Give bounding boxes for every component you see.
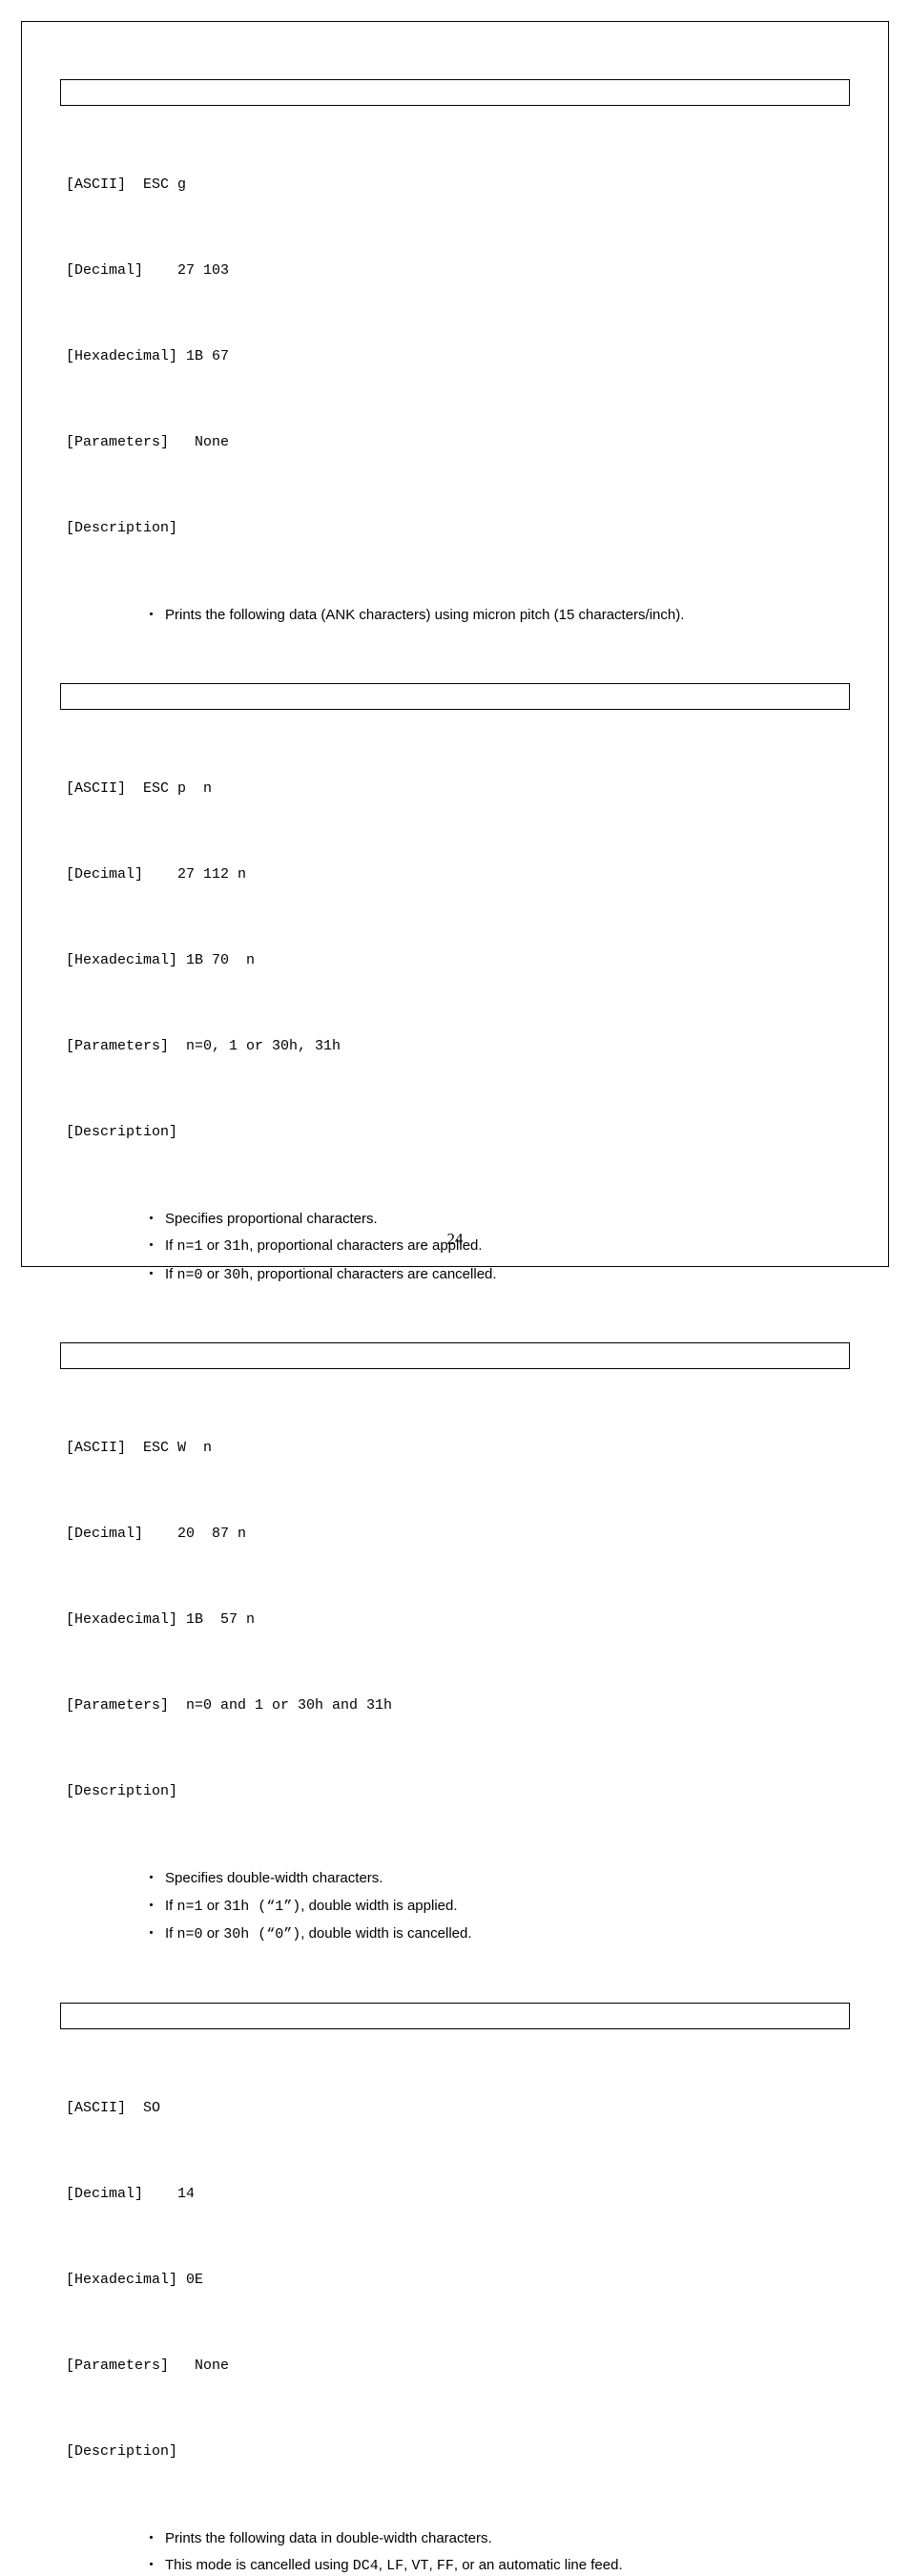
bullet-icon: ・ (144, 1865, 158, 1893)
decimal-line: [Decimal] 27 103 (66, 257, 850, 285)
desc-label: [Description] (66, 1777, 850, 1806)
hex-line: [Hexadecimal] 0E (66, 2266, 850, 2295)
bullet-icon: ・ (144, 2552, 158, 2576)
command-box (60, 2003, 850, 2029)
bullet-icon: ・ (144, 2525, 158, 2553)
bullet-icon: ・ (144, 1921, 158, 1948)
ascii-line: [ASCII] ESC W n (66, 1434, 850, 1463)
bullet-icon: ・ (144, 602, 158, 630)
bullet-icon: ・ (144, 1893, 158, 1921)
params-line: [Parameters] n=0 and 1 or 30h and 31h (66, 1692, 850, 1720)
hex-line: [Hexadecimal] 1B 57 n (66, 1606, 850, 1634)
list-item: ・ Specifies proportional characters. (165, 1206, 850, 1234)
list-item: ・ Specifies double-width characters. (165, 1865, 850, 1893)
decimal-line: [Decimal] 14 (66, 2180, 850, 2209)
bullet-text: Prints the following data in double-widt… (165, 2530, 492, 2546)
params-line: [Parameters] None (66, 2352, 850, 2380)
ascii-line: [ASCII] ESC g (66, 171, 850, 199)
ascii-line: [ASCII] SO (66, 2094, 850, 2123)
bullet-text: This mode is cancelled using DC4, LF, VT… (165, 2557, 623, 2573)
params-line: [Parameters] n=0, 1 or 30h, 31h (66, 1032, 850, 1061)
list-item: ・ This mode is cancelled using DC4, LF, … (165, 2552, 850, 2576)
description-list: ・ Specifies double-width characters. ・ I… (60, 1865, 850, 1949)
page-number: 24 (22, 1230, 888, 1249)
bullet-text: If n=0 or 30h, proportional characters a… (165, 1266, 497, 1282)
command-box (60, 1342, 850, 1369)
desc-label: [Description] (66, 1118, 850, 1147)
spec-block: [ASCII] SO [Decimal] 14 [Hexadecimal] 0E… (60, 2037, 850, 2524)
list-item: ・ If n=0 or 30h, proportional characters… (165, 1261, 850, 1290)
decimal-line: [Decimal] 20 87 n (66, 1520, 850, 1548)
list-item: ・ If n=1 or 31h (“1”), double width is a… (165, 1893, 850, 1922)
hex-line: [Hexadecimal] 1B 70 n (66, 946, 850, 975)
bullet-text: Specifies proportional characters. (165, 1211, 378, 1227)
desc-label: [Description] (66, 2438, 850, 2466)
bullet-icon: ・ (144, 1261, 158, 1289)
description-list: ・ Prints the following data in double-wi… (60, 2525, 850, 2576)
bullet-text: If n=1 or 31h (“1”), double width is app… (165, 1898, 458, 1914)
command-box (60, 683, 850, 710)
list-item: ・ Prints the following data (ANK charact… (165, 602, 850, 630)
command-box (60, 79, 850, 106)
params-line: [Parameters] None (66, 428, 850, 457)
bullet-icon: ・ (144, 1206, 158, 1234)
description-list: ・ Prints the following data (ANK charact… (60, 602, 850, 630)
decimal-line: [Decimal] 27 112 n (66, 861, 850, 889)
spec-block: [ASCII] ESC p n [Decimal] 27 112 n [Hexa… (60, 717, 850, 1204)
spec-block: [ASCII] ESC g [Decimal] 27 103 [Hexadeci… (60, 114, 850, 600)
hex-line: [Hexadecimal] 1B 67 (66, 343, 850, 371)
bullet-text: Prints the following data (ANK character… (165, 607, 684, 623)
bullet-text: Specifies double-width characters. (165, 1870, 383, 1886)
bullet-text: If n=0 or 30h (“0”), double width is can… (165, 1925, 472, 1942)
list-item: ・ If n=0 or 30h (“0”), double width is c… (165, 1921, 850, 1949)
spec-block: [ASCII] ESC W n [Decimal] 20 87 n [Hexad… (60, 1377, 850, 1863)
page-frame: [ASCII] ESC g [Decimal] 27 103 [Hexadeci… (21, 21, 889, 1267)
page-outer: [ASCII] ESC g [Decimal] 27 103 [Hexadeci… (0, 0, 910, 1288)
ascii-line: [ASCII] ESC p n (66, 775, 850, 803)
desc-label: [Description] (66, 514, 850, 543)
list-item: ・ Prints the following data in double-wi… (165, 2525, 850, 2553)
